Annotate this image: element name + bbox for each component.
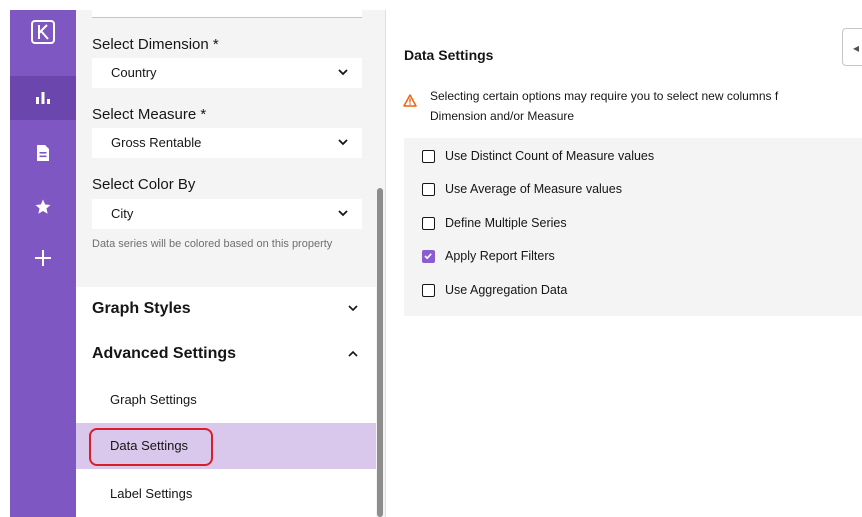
previous-field (92, 10, 362, 18)
option-label: Define Multiple Series (445, 216, 567, 230)
dimension-select[interactable]: Country (92, 58, 362, 88)
collapse-button[interactable]: ◂ (842, 28, 862, 66)
dimension-label: Select Dimension * (92, 36, 219, 53)
measure-select[interactable]: Gross Rentable (92, 128, 362, 158)
advanced-settings-heading[interactable]: Advanced Settings (92, 345, 236, 363)
chevron-up-icon[interactable] (348, 350, 358, 357)
checkbox[interactable] (422, 283, 435, 297)
star-icon[interactable] (10, 185, 76, 229)
chevron-down-icon (338, 139, 348, 146)
option-average[interactable]: Use Average of Measure values (422, 180, 622, 198)
color-by-label: Select Color By (92, 176, 196, 193)
color-by-value: City (111, 206, 134, 221)
option-label: Use Aggregation Data (445, 283, 568, 297)
option-label: Apply Report Filters (445, 249, 555, 263)
warning-line-2: Dimension and/or Measure (430, 109, 575, 123)
graph-styles-heading[interactable]: Graph Styles (92, 300, 191, 318)
checkbox[interactable] (422, 182, 435, 196)
checkbox-checked[interactable] (422, 249, 435, 263)
checkbox[interactable] (422, 149, 435, 163)
color-by-select[interactable]: City (92, 199, 362, 229)
color-by-helper: Data series will be colored based on thi… (92, 238, 333, 250)
bar-chart-icon[interactable] (10, 76, 76, 120)
checkbox[interactable] (422, 216, 435, 230)
option-label: Use Distinct Count of Measure values (445, 149, 655, 163)
chevron-down-icon[interactable] (348, 305, 358, 312)
option-aggregation[interactable]: Use Aggregation Data (422, 281, 567, 299)
dimension-value: Country (111, 65, 157, 80)
chevron-down-icon (338, 210, 348, 217)
option-multiple-series[interactable]: Define Multiple Series (422, 214, 567, 232)
option-report-filters[interactable]: Apply Report Filters (422, 247, 555, 265)
document-icon[interactable] (10, 131, 76, 175)
checkmark-icon (424, 252, 432, 259)
arrow-left-icon: ◂ (853, 41, 860, 55)
nav-rail (10, 10, 76, 517)
graph-settings-item[interactable]: Graph Settings (76, 377, 378, 423)
label-settings-item[interactable]: Label Settings (76, 471, 378, 517)
data-settings-title: Data Settings (404, 47, 494, 63)
highlight-outline (89, 428, 213, 466)
chevron-down-icon (338, 69, 348, 76)
warning-message: Selecting certain options may require yo… (430, 86, 862, 126)
logo-k-icon[interactable] (10, 10, 76, 54)
warning-line-1: Selecting certain options may require yo… (430, 89, 779, 103)
warning-icon (403, 94, 417, 107)
option-label: Use Average of Measure values (445, 182, 622, 196)
plus-icon[interactable] (10, 236, 76, 280)
option-distinct-count[interactable]: Use Distinct Count of Measure values (422, 147, 654, 165)
scrollbar-thumb[interactable] (377, 188, 383, 517)
measure-label: Select Measure * (92, 106, 207, 123)
measure-value: Gross Rentable (111, 135, 202, 150)
